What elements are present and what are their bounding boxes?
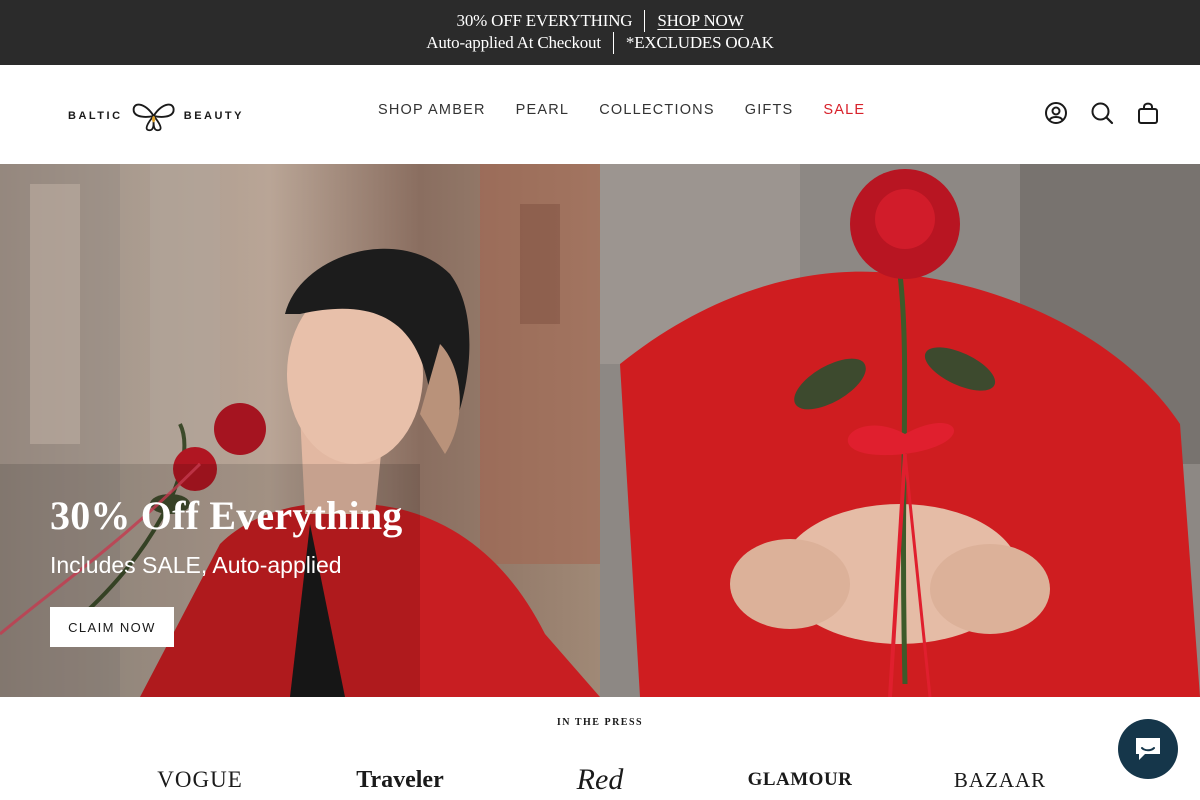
announcement-offer: 30% OFF EVERYTHING: [456, 11, 633, 30]
announcement-row-1: 30% OFF EVERYTHING SHOP NOW: [0, 10, 1200, 32]
nav-collections[interactable]: COLLECTIONS: [584, 102, 730, 118]
announcement-bar: 30% OFF EVERYTHING SHOP NOW Auto-applied…: [0, 0, 1200, 65]
nav-pearl[interactable]: PEARL: [501, 102, 585, 118]
brand-word-right: BEAUTY: [183, 110, 244, 122]
hero-banner: 30% Off Everything Includes SALE, Auto-a…: [0, 164, 1200, 697]
nav-shop-amber[interactable]: SHOP AMBER: [363, 102, 501, 118]
cart-icon[interactable]: [1136, 101, 1160, 125]
hero-image-right: [600, 164, 1200, 697]
nav-sale[interactable]: SALE: [808, 102, 880, 118]
chat-icon: [1136, 738, 1160, 760]
announcement-exclusion: *EXCLUDES OOAK: [625, 33, 774, 52]
announcement-divider: [612, 32, 614, 54]
press-heading: IN THE PRESS: [556, 717, 644, 728]
butterfly-logo-icon: [132, 103, 174, 132]
press-logo-traveler: Traveler: [356, 766, 444, 793]
header-actions: [1044, 101, 1160, 125]
announcement-auto-applied: Auto-applied At Checkout: [426, 33, 601, 52]
announcement-divider: [644, 10, 646, 32]
main-nav: SHOP AMBER PEARL COLLECTIONS GIFTS SALE: [363, 102, 880, 118]
nav-gifts[interactable]: GIFTS: [730, 102, 809, 118]
press-section: IN THE PRESS VOGUE Traveler Red GLAMOUR …: [0, 697, 1200, 800]
press-logos: VOGUE Traveler Red GLAMOUR BAZAAR: [100, 763, 1100, 797]
chat-button[interactable]: [1118, 719, 1178, 779]
press-logo-bazaar: BAZAAR: [953, 767, 1047, 792]
press-logo-vogue: VOGUE: [157, 767, 243, 792]
rose-in-hands-photo: [600, 164, 1200, 697]
press-logo-red: Red: [576, 763, 624, 796]
brand-logo[interactable]: BALTIC BEAUTY: [68, 96, 244, 136]
account-icon[interactable]: [1044, 101, 1068, 125]
hero-subtitle: Includes SALE, Auto-applied: [50, 552, 342, 578]
announcement-row-2: Auto-applied At Checkout *EXCLUDES OOAK: [0, 32, 1200, 54]
shop-now-link[interactable]: SHOP NOW: [657, 11, 743, 31]
brand-word-left: BALTIC: [68, 110, 123, 122]
site-header: BALTIC BEAUTY SHOP AMBER PEARL COLLECTIO…: [0, 65, 1200, 164]
claim-now-button[interactable]: CLAIM NOW: [50, 607, 174, 647]
press-logo-glamour: GLAMOUR: [747, 769, 853, 790]
hero-title: 30% Off Everything: [50, 493, 403, 538]
search-icon[interactable]: [1090, 101, 1114, 125]
